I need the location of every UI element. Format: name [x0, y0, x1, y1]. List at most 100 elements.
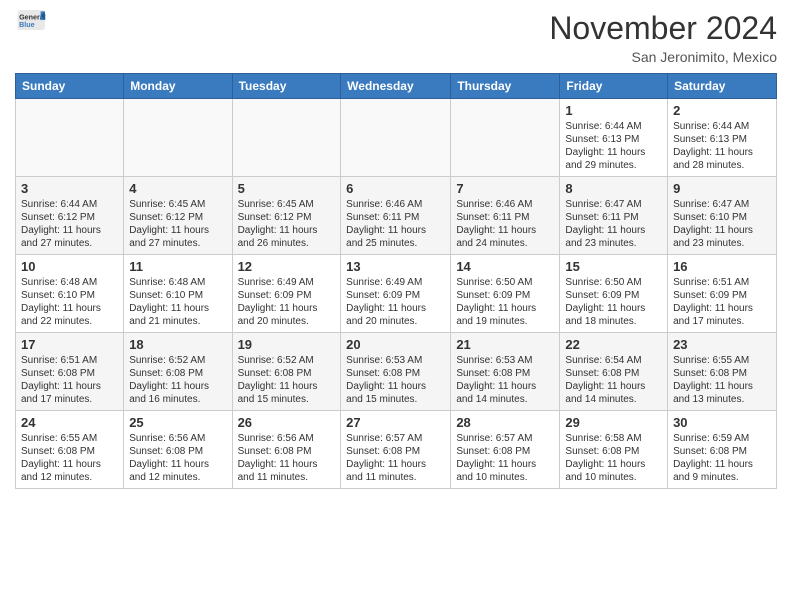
calendar-cell: 7 Sunrise: 6:46 AM Sunset: 6:11 PM Daylig…: [451, 177, 560, 255]
calendar-cell: 12 Sunrise: 6:49 AM Sunset: 6:09 PM Dayli…: [232, 255, 341, 333]
calendar-cell: [232, 99, 341, 177]
col-thursday: Thursday: [451, 74, 560, 99]
calendar-cell: 16Sunrise: 6:51 AM Sunset: 6:09 PM Dayli…: [668, 255, 777, 333]
day-number: 5: [238, 181, 336, 196]
day-number: 23: [673, 337, 771, 352]
day-info: Sunrise: 6:55 AM Sunset: 6:08 PM Dayligh…: [673, 354, 771, 406]
day-number: 30: [673, 415, 771, 430]
col-saturday: Saturday: [668, 74, 777, 99]
day-info: Sunrise: 6:45 AM Sunset: 6:12 PM Dayligh…: [129, 198, 226, 250]
header: General Blue November 2024 San Jeronimit…: [15, 10, 777, 65]
calendar-cell: 11Sunrise: 6:48 AM Sunset: 6:10 PM Dayli…: [124, 255, 232, 333]
day-info: Sunrise: 6:50 AM Sunset: 6:09 PM Dayligh…: [456, 276, 554, 328]
day-number: 10: [21, 259, 118, 274]
calendar-cell: 23 Sunrise: 6:55 AM Sunset: 6:08 PM Dayli…: [668, 333, 777, 411]
day-info: Sunrise: 6:47 AM Sunset: 6:10 PM Dayligh…: [673, 198, 771, 250]
calendar-cell: 5 Sunrise: 6:45 AM Sunset: 6:12 PM Daylig…: [232, 177, 341, 255]
col-monday: Monday: [124, 74, 232, 99]
day-info: Sunrise: 6:51 AM Sunset: 6:09 PM Dayligh…: [673, 276, 771, 328]
day-number: 21: [456, 337, 554, 352]
day-number: 15: [565, 259, 662, 274]
calendar-header-row: Sunday Monday Tuesday Wednesday Thursday…: [16, 74, 777, 99]
col-sunday: Sunday: [16, 74, 124, 99]
day-number: 3: [21, 181, 118, 196]
day-number: 28: [456, 415, 554, 430]
calendar-cell: 8 Sunrise: 6:47 AM Sunset: 6:11 PM Daylig…: [560, 177, 668, 255]
day-info: Sunrise: 6:48 AM Sunset: 6:10 PM Dayligh…: [21, 276, 118, 328]
calendar-cell: [16, 99, 124, 177]
col-friday: Friday: [560, 74, 668, 99]
day-info: Sunrise: 6:53 AM Sunset: 6:08 PM Dayligh…: [346, 354, 445, 406]
title-section: November 2024 San Jeronimito, Mexico: [549, 10, 777, 65]
calendar-cell: 10 Sunrise: 6:48 AM Sunset: 6:10 PM Dayli…: [16, 255, 124, 333]
calendar-cell: 25 Sunrise: 6:56 AM Sunset: 6:08 PM Dayli…: [124, 411, 232, 489]
day-info: Sunrise: 6:49 AM Sunset: 6:09 PM Dayligh…: [346, 276, 445, 328]
calendar-cell: 18 Sunrise: 6:52 AM Sunset: 6:08 PM Dayli…: [124, 333, 232, 411]
calendar-cell: 30 Sunrise: 6:59 AM Sunset: 6:08 PM Dayli…: [668, 411, 777, 489]
day-number: 22: [565, 337, 662, 352]
logo-icon: General Blue: [17, 10, 47, 30]
day-info: Sunrise: 6:46 AM Sunset: 6:11 PM Dayligh…: [346, 198, 445, 250]
calendar-cell: 27Sunrise: 6:57 AM Sunset: 6:08 PM Dayli…: [341, 411, 451, 489]
calendar-cell: [341, 99, 451, 177]
calendar-cell: 3Sunrise: 6:44 AM Sunset: 6:12 PM Daylig…: [16, 177, 124, 255]
day-info: Sunrise: 6:50 AM Sunset: 6:09 PM Dayligh…: [565, 276, 662, 328]
calendar-cell: 20Sunrise: 6:53 AM Sunset: 6:08 PM Dayli…: [341, 333, 451, 411]
day-info: Sunrise: 6:54 AM Sunset: 6:08 PM Dayligh…: [565, 354, 662, 406]
calendar-cell: 15 Sunrise: 6:50 AM Sunset: 6:09 PM Dayli…: [560, 255, 668, 333]
calendar-cell: 26 Sunrise: 6:56 AM Sunset: 6:08 PM Dayli…: [232, 411, 341, 489]
month-title: November 2024: [549, 10, 777, 47]
week-row-3: 17Sunrise: 6:51 AM Sunset: 6:08 PM Dayli…: [16, 333, 777, 411]
day-number: 24: [21, 415, 118, 430]
day-number: 17: [21, 337, 118, 352]
calendar-cell: 28 Sunrise: 6:57 AM Sunset: 6:08 PM Dayli…: [451, 411, 560, 489]
week-row-0: 1 Sunrise: 6:44 AM Sunset: 6:13 PM Daylig…: [16, 99, 777, 177]
calendar-table: Sunday Monday Tuesday Wednesday Thursday…: [15, 73, 777, 489]
day-number: 18: [129, 337, 226, 352]
calendar-cell: 4 Sunrise: 6:45 AM Sunset: 6:12 PM Daylig…: [124, 177, 232, 255]
day-number: 27: [346, 415, 445, 430]
day-number: 29: [565, 415, 662, 430]
day-number: 26: [238, 415, 336, 430]
calendar-cell: 19 Sunrise: 6:52 AM Sunset: 6:08 PM Dayli…: [232, 333, 341, 411]
calendar-cell: 14 Sunrise: 6:50 AM Sunset: 6:09 PM Dayli…: [451, 255, 560, 333]
col-wednesday: Wednesday: [341, 74, 451, 99]
day-number: 19: [238, 337, 336, 352]
day-number: 9: [673, 181, 771, 196]
calendar-cell: [451, 99, 560, 177]
location: San Jeronimito, Mexico: [549, 49, 777, 65]
week-row-1: 3Sunrise: 6:44 AM Sunset: 6:12 PM Daylig…: [16, 177, 777, 255]
calendar-cell: 1 Sunrise: 6:44 AM Sunset: 6:13 PM Daylig…: [560, 99, 668, 177]
calendar-cell: 21 Sunrise: 6:53 AM Sunset: 6:08 PM Dayli…: [451, 333, 560, 411]
main-container: General Blue November 2024 San Jeronimit…: [0, 0, 792, 499]
day-info: Sunrise: 6:44 AM Sunset: 6:13 PM Dayligh…: [565, 120, 662, 172]
day-number: 2: [673, 103, 771, 118]
day-number: 6: [346, 181, 445, 196]
calendar-cell: 17Sunrise: 6:51 AM Sunset: 6:08 PM Dayli…: [16, 333, 124, 411]
day-info: Sunrise: 6:46 AM Sunset: 6:11 PM Dayligh…: [456, 198, 554, 250]
day-info: Sunrise: 6:57 AM Sunset: 6:08 PM Dayligh…: [456, 432, 554, 484]
day-info: Sunrise: 6:45 AM Sunset: 6:12 PM Dayligh…: [238, 198, 336, 250]
calendar-cell: 22 Sunrise: 6:54 AM Sunset: 6:08 PM Dayli…: [560, 333, 668, 411]
day-info: Sunrise: 6:53 AM Sunset: 6:08 PM Dayligh…: [456, 354, 554, 406]
day-number: 1: [565, 103, 662, 118]
day-info: Sunrise: 6:49 AM Sunset: 6:09 PM Dayligh…: [238, 276, 336, 328]
week-row-2: 10 Sunrise: 6:48 AM Sunset: 6:10 PM Dayli…: [16, 255, 777, 333]
calendar-cell: 24 Sunrise: 6:55 AM Sunset: 6:08 PM Dayli…: [16, 411, 124, 489]
day-info: Sunrise: 6:56 AM Sunset: 6:08 PM Dayligh…: [238, 432, 336, 484]
day-info: Sunrise: 6:56 AM Sunset: 6:08 PM Dayligh…: [129, 432, 226, 484]
day-info: Sunrise: 6:52 AM Sunset: 6:08 PM Dayligh…: [129, 354, 226, 406]
day-number: 25: [129, 415, 226, 430]
day-number: 4: [129, 181, 226, 196]
day-info: Sunrise: 6:59 AM Sunset: 6:08 PM Dayligh…: [673, 432, 771, 484]
day-info: Sunrise: 6:52 AM Sunset: 6:08 PM Dayligh…: [238, 354, 336, 406]
day-info: Sunrise: 6:55 AM Sunset: 6:08 PM Dayligh…: [21, 432, 118, 484]
day-number: 8: [565, 181, 662, 196]
day-number: 11: [129, 259, 226, 274]
day-number: 12: [238, 259, 336, 274]
day-number: 14: [456, 259, 554, 274]
week-row-4: 24 Sunrise: 6:55 AM Sunset: 6:08 PM Dayli…: [16, 411, 777, 489]
calendar-cell: 29Sunrise: 6:58 AM Sunset: 6:08 PM Dayli…: [560, 411, 668, 489]
day-number: 7: [456, 181, 554, 196]
day-info: Sunrise: 6:47 AM Sunset: 6:11 PM Dayligh…: [565, 198, 662, 250]
